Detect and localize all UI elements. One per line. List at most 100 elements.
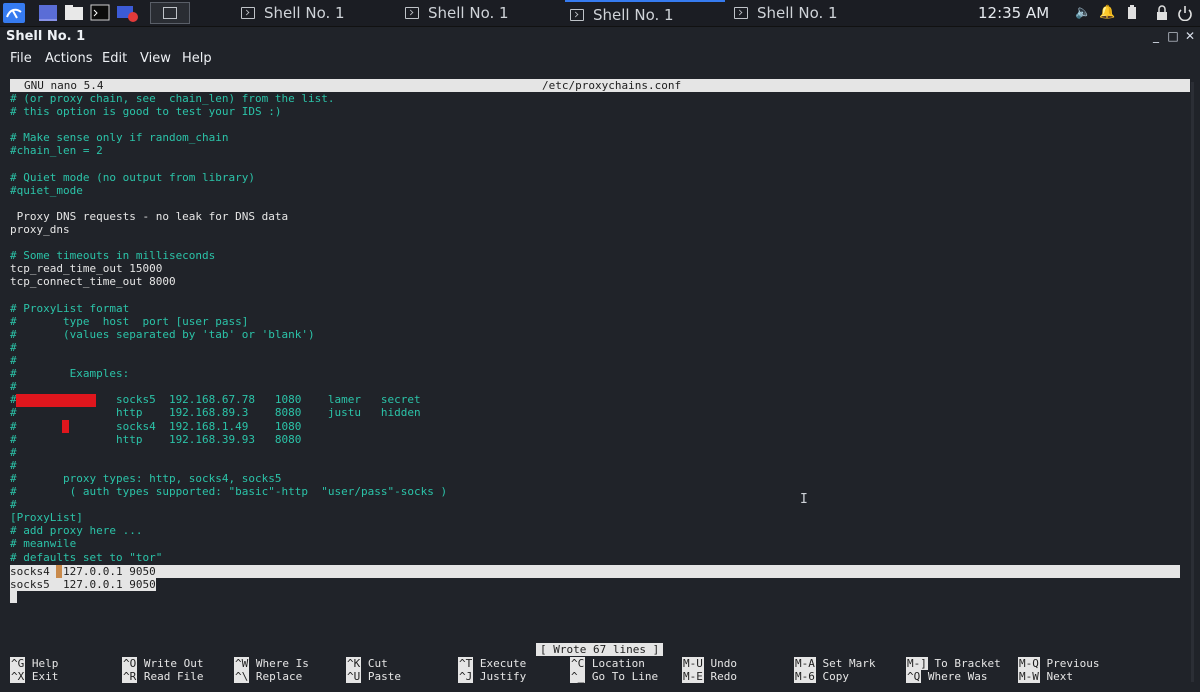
menu-actions[interactable]: Actions — [45, 51, 93, 66]
shortcut-key[interactable]: ^_ — [570, 670, 586, 683]
workspace-switcher[interactable] — [150, 2, 190, 24]
shortcut-label[interactable]: Where Is — [249, 657, 309, 670]
terminal-area[interactable]: GNU nano 5.4 /etc/proxychains.conf # (or… — [0, 72, 1200, 692]
notification-bell-icon[interactable]: 🔔 — [1099, 5, 1115, 21]
show-desktop-icon[interactable] — [38, 3, 60, 23]
editor-line[interactable]: # ProxyList format — [10, 302, 129, 315]
menu-help[interactable]: Help — [182, 51, 212, 66]
shortcut-label[interactable]: Where Was — [921, 670, 988, 683]
editor-line[interactable]: tcp_connect_time_out 8000 — [10, 275, 176, 288]
shortcut-pair[interactable]: M-] To Bracket ^Q Where Was — [906, 657, 1001, 683]
editor-line[interactable]: # type host port [user pass] — [10, 315, 248, 328]
editor-line[interactable]: # — [10, 341, 17, 354]
scrollbar[interactable] — [1191, 82, 1194, 682]
shortcut-key[interactable]: M-W — [1018, 670, 1040, 683]
volume-icon[interactable]: 🔈 — [1075, 5, 1091, 21]
shortcut-pair[interactable]: ^K Cut ^U Paste — [346, 657, 401, 683]
editor-line[interactable]: # defaults set to "tor" — [10, 551, 162, 564]
shortcut-label[interactable]: Replace — [249, 670, 302, 683]
selected-line[interactable]: socks4 127.0.0.1 9050 — [10, 565, 1180, 578]
shortcut-pair[interactable]: ^W Where Is ^\ Replace — [234, 657, 309, 683]
taskbar-item[interactable]: Shell No. 1 — [236, 0, 396, 27]
editor-line[interactable]: # this option is good to test your IDS :… — [10, 105, 282, 118]
shortcut-key[interactable]: ^\ — [234, 670, 250, 683]
shortcut-label[interactable]: Cut — [361, 657, 388, 670]
taskbar-item-active[interactable]: Shell No. 1 — [565, 0, 725, 27]
minimize-icon[interactable]: _ — [1149, 29, 1163, 43]
editor-line[interactable]: # meanwile — [10, 537, 76, 550]
editor-line[interactable]: [ProxyList] — [10, 511, 83, 524]
editor-line[interactable]: # Make sense only if random_chain — [10, 131, 229, 144]
shortcut-pair[interactable]: ^T Execute ^J Justify — [458, 657, 526, 683]
editor-line[interactable]: # — [10, 354, 17, 367]
shortcut-label[interactable]: Help — [25, 657, 59, 670]
shortcut-pair[interactable]: ^G Help ^X Exit — [10, 657, 58, 683]
shortcut-label[interactable]: Execute — [473, 657, 526, 670]
shortcut-label[interactable]: Write Out — [137, 657, 204, 670]
shortcut-label[interactable]: Redo — [704, 670, 737, 683]
shortcut-pair[interactable]: ^O Write Out ^R Read File — [122, 657, 203, 683]
editor-line[interactable]: # Some timeouts in milliseconds — [10, 249, 215, 262]
shortcut-key[interactable]: ^K — [346, 657, 362, 670]
shortcut-key[interactable]: ^G — [10, 657, 26, 670]
shortcut-label[interactable]: Previous — [1040, 657, 1099, 670]
taskbar-item[interactable]: Shell No. 1 — [400, 0, 560, 27]
editor-line[interactable]: # proxy types: http, socks4, socks5 — [10, 472, 282, 485]
editor-line[interactable]: # http 192.168.39.93 8080 — [10, 433, 301, 446]
shortcut-key[interactable]: M-U — [682, 657, 704, 670]
clock[interactable]: 12:35 AM — [978, 0, 1049, 27]
close-icon[interactable]: ✕ — [1183, 29, 1197, 43]
shortcut-key[interactable]: ^U — [346, 670, 362, 683]
menu-edit[interactable]: Edit — [102, 51, 127, 66]
editor-line[interactable]: # socks4 192.168.1.49 1080 — [10, 420, 301, 433]
shortcut-key[interactable]: M-6 — [794, 670, 816, 683]
shortcut-key[interactable]: M-A — [794, 657, 816, 670]
battery-icon[interactable] — [1124, 5, 1140, 21]
shortcut-key[interactable]: ^J — [458, 670, 474, 683]
shortcut-label[interactable]: Location — [585, 657, 645, 670]
shortcut-key[interactable]: ^C — [570, 657, 586, 670]
editor-line[interactable]: # — [10, 459, 17, 472]
shortcut-key[interactable]: M-] — [906, 657, 928, 670]
shortcut-label[interactable]: Justify — [473, 670, 526, 683]
terminal-launcher-icon[interactable] — [90, 3, 112, 23]
selected-line[interactable]: socks5 127.0.0.1 9050 — [10, 578, 156, 591]
editor-line[interactable]: # — [10, 498, 17, 511]
editor-line[interactable]: # (or proxy chain, see chain_len) from t… — [10, 92, 335, 105]
shortcut-pair[interactable]: M-Q Previous M-W Next — [1018, 657, 1099, 683]
editor-line[interactable]: Proxy DNS requests - no leak for DNS dat… — [10, 210, 289, 223]
shortcut-key[interactable]: ^Q — [906, 670, 922, 683]
shortcut-pair[interactable]: M-U Undo M-E Redo — [682, 657, 737, 683]
shortcut-key[interactable]: ^R — [122, 670, 138, 683]
menu-file[interactable]: File — [10, 51, 32, 66]
shortcut-label[interactable]: To Bracket — [928, 657, 1000, 670]
shortcut-label[interactable]: Copy — [816, 670, 849, 683]
shortcut-key[interactable]: ^X — [10, 670, 26, 683]
editor-line[interactable]: # — [10, 380, 17, 393]
editor-line[interactable]: # — [10, 446, 17, 459]
shortcut-label[interactable]: Next — [1040, 670, 1073, 683]
shortcut-key[interactable]: ^T — [458, 657, 474, 670]
shortcut-key[interactable]: ^W — [234, 657, 250, 670]
file-manager-icon[interactable] — [64, 3, 86, 23]
shortcut-pair[interactable]: M-A Set Mark M-6 Copy — [794, 657, 875, 683]
kali-menu-icon[interactable] — [3, 3, 25, 23]
shortcut-label[interactable]: Read File — [137, 670, 204, 683]
editor-line[interactable]: tcp_read_time_out 15000 — [10, 262, 162, 275]
shortcut-key[interactable]: ^O — [122, 657, 138, 670]
lock-screen-icon[interactable] — [1154, 5, 1170, 21]
browser-icon[interactable] — [116, 3, 138, 23]
shortcut-label[interactable]: Go To Line — [585, 670, 658, 683]
shortcut-label[interactable]: Exit — [25, 670, 59, 683]
shortcut-label[interactable]: Paste — [361, 670, 401, 683]
shortcut-label[interactable]: Undo — [704, 657, 737, 670]
shortcut-pair[interactable]: ^C Location ^_ Go To Line — [570, 657, 658, 683]
editor-line[interactable]: # ( auth types supported: "basic"-http "… — [10, 485, 447, 498]
window-titlebar[interactable]: Shell No. 1 _ □ ✕ — [0, 27, 1200, 48]
editor-line[interactable]: # add proxy here ... — [10, 524, 142, 537]
editor-line[interactable]: #chain_len = 2 — [10, 144, 103, 157]
editor-line[interactable]: #quiet_mode — [10, 184, 83, 197]
taskbar-item[interactable]: Shell No. 1 — [729, 0, 889, 27]
editor-line[interactable]: # Examples: — [10, 367, 129, 380]
editor-line[interactable]: # Quiet mode (no output from library) — [10, 171, 255, 184]
